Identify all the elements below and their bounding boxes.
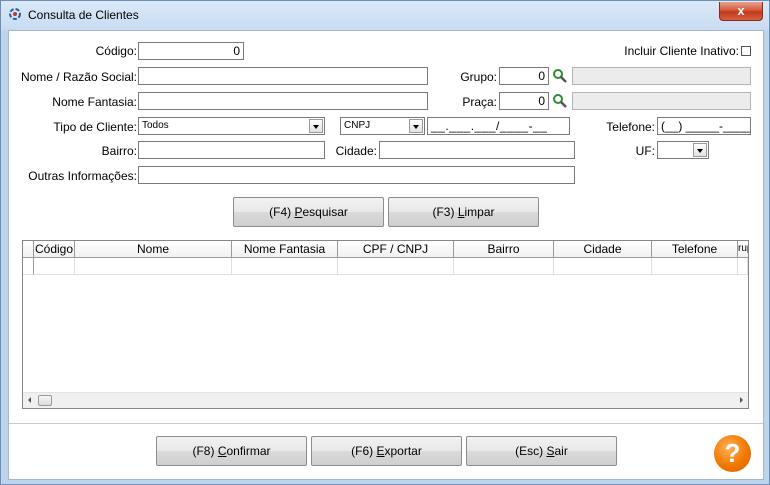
tipo-cliente-select[interactable]: Todos <box>138 117 325 135</box>
documento-tipo-value: CNPJ <box>344 120 371 131</box>
codigo-label: Código: <box>95 44 137 58</box>
sair-button[interactable]: (Esc) Sair <box>466 436 617 466</box>
incluir-inativo-checkbox[interactable] <box>741 46 751 56</box>
help-icon[interactable]: ? <box>714 435 751 472</box>
sair-accel: S <box>546 444 555 458</box>
praca-description <box>572 92 751 110</box>
uf-label: UF: <box>635 144 655 158</box>
exportar-prefix: (F6) <box>351 444 377 458</box>
outras-input[interactable] <box>138 166 575 184</box>
footer-divider <box>9 423 763 424</box>
row-indicator[interactable] <box>23 258 34 275</box>
nome-input[interactable] <box>138 67 428 85</box>
table-cell[interactable] <box>75 258 232 275</box>
chevron-down-icon[interactable] <box>409 119 423 133</box>
uf-select[interactable] <box>657 141 709 159</box>
col-grupo-truncated[interactable]: rup <box>738 241 748 258</box>
limpar-accel: L <box>457 205 465 219</box>
telefone-input[interactable]: (__) _____-____ <box>657 117 751 135</box>
scroll-left-icon[interactable] <box>28 397 31 403</box>
tipo-cliente-value: Todos <box>142 120 169 131</box>
table-cell[interactable] <box>34 258 75 275</box>
cidade-label: Cidade: <box>335 144 377 158</box>
documento-tipo-select[interactable]: CNPJ <box>340 117 425 135</box>
outras-label: Outras Informações: <box>28 169 137 183</box>
table-cell[interactable] <box>338 258 454 275</box>
table-cell[interactable] <box>554 258 652 275</box>
title-bar[interactable]: Consulta de Clientes x <box>1 1 769 29</box>
chevron-down-icon[interactable] <box>309 119 323 133</box>
app-icon <box>9 8 21 20</box>
bairro-label: Bairro: <box>101 144 137 158</box>
search-grupo-icon[interactable] <box>552 68 568 84</box>
horizontal-scrollbar[interactable] <box>23 392 748 408</box>
nome-fantasia-label: Nome Fantasia: <box>52 95 137 109</box>
documento-input[interactable]: __.___.___/____-__ <box>427 117 570 135</box>
client-area: Código: 0 Incluir Cliente Inativo: Nome … <box>8 30 764 480</box>
sair-prefix: (Esc) <box>515 444 547 458</box>
col-nome-fantasia[interactable]: Nome Fantasia <box>232 241 338 258</box>
col-telefone[interactable]: Telefone <box>652 241 738 258</box>
exportar-button[interactable]: (F6) Exportar <box>311 436 462 466</box>
confirmar-button[interactable]: (F8) Confirmar <box>156 436 307 466</box>
telefone-label: Telefone: <box>606 120 655 134</box>
tipo-cliente-label: Tipo de Cliente: <box>53 120 137 134</box>
limpar-button[interactable]: (F3) Limpar <box>388 197 539 227</box>
sair-rest: air <box>554 444 568 458</box>
confirmar-accel: C <box>217 444 227 458</box>
confirmar-prefix: (F8) <box>192 444 218 458</box>
close-button[interactable]: x <box>719 2 763 21</box>
pesquisar-accel: P <box>294 205 303 219</box>
col-cidade[interactable]: Cidade <box>554 241 652 258</box>
col-nome[interactable]: Nome <box>75 241 232 258</box>
bairro-input[interactable] <box>138 141 325 159</box>
table-cell[interactable] <box>652 258 738 275</box>
nome-fantasia-input[interactable] <box>138 92 428 110</box>
main-window: Consulta de Clientes x Código: 0 Incluir… <box>0 0 770 485</box>
nome-label: Nome / Razão Social: <box>20 70 137 84</box>
exportar-accel: E <box>376 444 385 458</box>
limpar-rest: impar <box>464 205 495 219</box>
pesquisar-prefix: (F4) <box>269 205 295 219</box>
col-codigo[interactable]: Código <box>34 241 75 258</box>
table-cell[interactable] <box>232 258 338 275</box>
codigo-input[interactable]: 0 <box>138 42 244 60</box>
confirmar-rest: onfirmar <box>226 444 271 458</box>
col-bairro[interactable]: Bairro <box>454 241 554 258</box>
results-grid[interactable]: Código Nome Nome Fantasia CPF / CNPJ Bai… <box>22 240 749 409</box>
grupo-description <box>572 67 751 85</box>
grupo-label: Grupo: <box>460 70 497 84</box>
table-cell[interactable] <box>738 258 748 275</box>
pesquisar-rest: esquisar <box>302 205 348 219</box>
incluir-inativo-label: Incluir Cliente Inativo: <box>624 44 739 58</box>
cidade-input[interactable] <box>379 141 575 159</box>
praca-input[interactable]: 0 <box>499 92 549 110</box>
scroll-right-icon[interactable] <box>740 397 743 403</box>
col-cpf-cnpj[interactable]: CPF / CNPJ <box>338 241 454 258</box>
scroll-thumb[interactable] <box>38 395 52 406</box>
search-praca-icon[interactable] <box>552 93 568 109</box>
window-title: Consulta de Clientes <box>28 8 139 22</box>
limpar-prefix: (F3) <box>432 205 458 219</box>
chevron-down-icon[interactable] <box>693 143 707 157</box>
praca-label: Praça: <box>462 95 497 109</box>
row-indicator-header <box>23 241 34 258</box>
exportar-rest: xportar <box>384 444 422 458</box>
grupo-input[interactable]: 0 <box>499 67 549 85</box>
pesquisar-button[interactable]: (F4) Pesquisar <box>233 197 384 227</box>
table-cell[interactable] <box>454 258 554 275</box>
